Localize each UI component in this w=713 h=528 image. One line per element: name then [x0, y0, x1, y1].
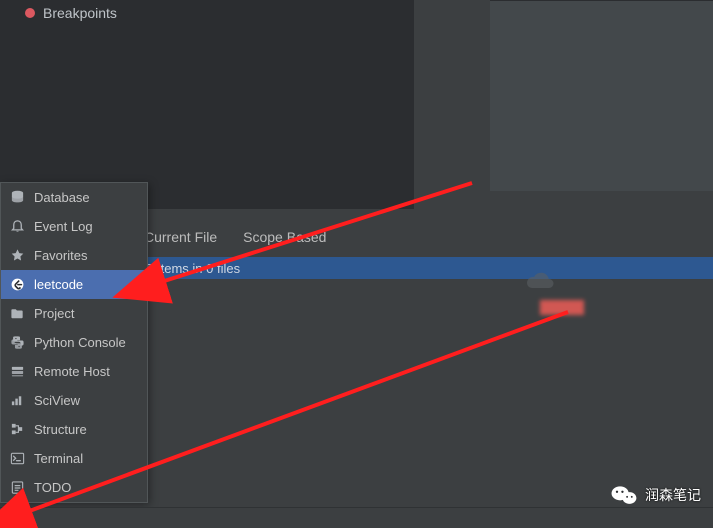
- menu-item-label: Remote Host: [34, 364, 110, 379]
- menu-item-label: Python Console: [34, 335, 126, 350]
- ide-bottom-bar: [0, 507, 713, 528]
- todo-icon: [10, 480, 25, 495]
- bell-icon: [10, 219, 25, 234]
- breakpoints-label: Breakpoints: [43, 5, 117, 21]
- tool-window-menu: Database Event Log Favorites leetcode Pr…: [0, 182, 148, 503]
- tool-window-toggle-icon[interactable]: [4, 510, 20, 527]
- editor-panel: [490, 0, 713, 191]
- results-status-text: O items in 0 files: [144, 261, 240, 276]
- panel-divider: [414, 0, 417, 209]
- menu-item-label: Database: [34, 190, 90, 205]
- terminal-icon: [10, 451, 25, 466]
- menu-item-python-console[interactable]: Python Console: [1, 328, 147, 357]
- menu-item-remote-host[interactable]: Remote Host: [1, 357, 147, 386]
- menu-item-label: Event Log: [34, 219, 93, 234]
- menu-item-label: SciView: [34, 393, 80, 408]
- breakpoint-dot-icon: [25, 8, 35, 18]
- sciview-icon: [10, 393, 25, 408]
- menu-item-label: Favorites: [34, 248, 87, 263]
- menu-item-sciview[interactable]: SciView: [1, 386, 147, 415]
- folder-icon: [10, 306, 25, 321]
- structure-icon: [10, 422, 25, 437]
- menu-item-project[interactable]: Project: [1, 299, 147, 328]
- menu-item-database[interactable]: Database: [1, 183, 147, 212]
- menu-item-leetcode[interactable]: leetcode: [1, 270, 147, 299]
- tab-scope-based[interactable]: Scope Based: [243, 229, 326, 245]
- tab-current-file[interactable]: Current File: [144, 229, 217, 245]
- wechat-icon: [610, 484, 638, 506]
- menu-item-label: Project: [34, 306, 74, 321]
- menu-item-label: Terminal: [34, 451, 83, 466]
- debugger-panel: [0, 0, 414, 209]
- watermark-text: 润森笔记: [645, 485, 701, 505]
- database-icon: [10, 190, 25, 205]
- menu-item-favorites[interactable]: Favorites: [1, 241, 147, 270]
- redacted-mark: [540, 300, 584, 315]
- python-icon: [10, 335, 25, 350]
- breakpoints-item[interactable]: Breakpoints: [25, 5, 117, 21]
- menu-item-label: leetcode: [34, 277, 83, 292]
- menu-item-label: TODO: [34, 480, 71, 495]
- menu-item-structure[interactable]: Structure: [1, 415, 147, 444]
- menu-item-label: Structure: [34, 422, 87, 437]
- scope-tabs: Current File Scope Based: [144, 229, 326, 245]
- menu-item-event-log[interactable]: Event Log: [1, 212, 147, 241]
- cloud-icon: [522, 271, 556, 294]
- leetcode-icon: [10, 277, 25, 292]
- star-icon: [10, 248, 25, 263]
- host-icon: [10, 364, 25, 379]
- menu-item-todo[interactable]: TODO: [1, 473, 147, 502]
- watermark: 润森笔记: [610, 484, 701, 506]
- menu-item-terminal[interactable]: Terminal: [1, 444, 147, 473]
